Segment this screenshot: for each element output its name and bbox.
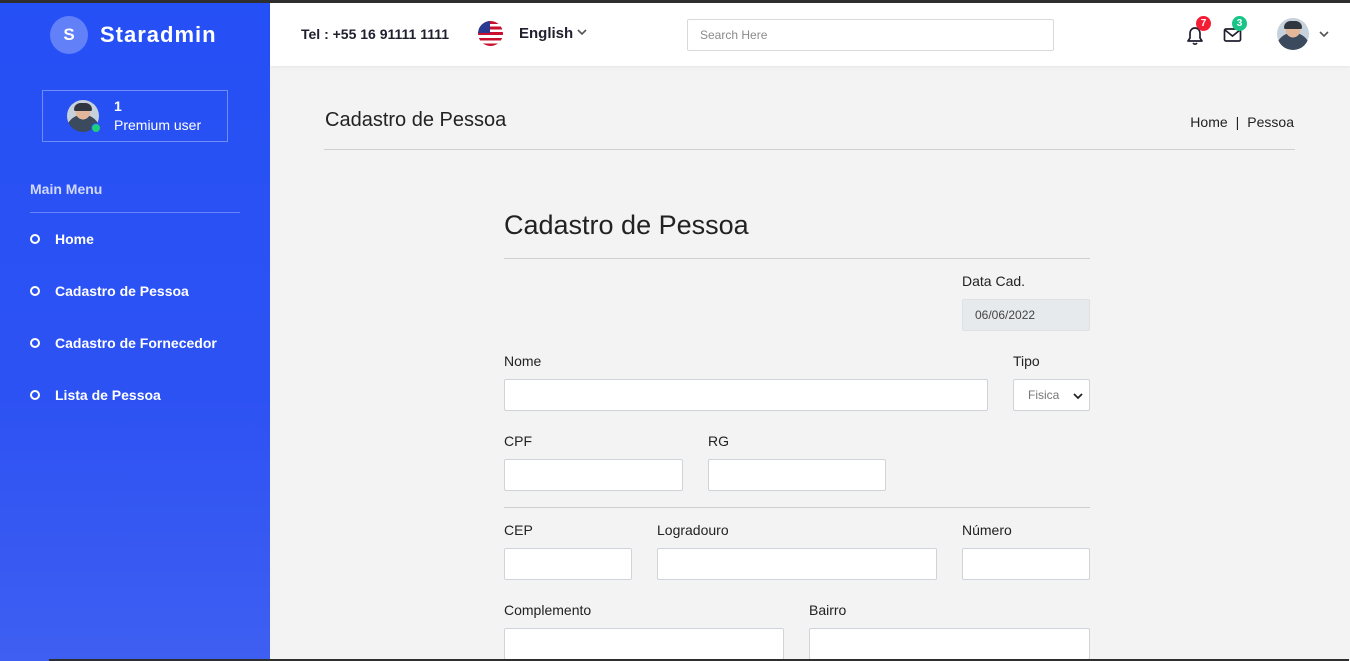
numero-label: Número (962, 522, 1012, 538)
data-cad-label: Data Cad. (962, 273, 1026, 289)
rg-field[interactable] (708, 459, 886, 491)
rg-label: RG (708, 433, 729, 449)
sidebar-item-label: Cadastro de Pessoa (55, 283, 189, 299)
tipo-select[interactable]: Fisica (1013, 379, 1090, 411)
complemento-label: Complemento (504, 602, 592, 618)
sidebar-item-home[interactable]: Home (30, 231, 94, 247)
nome-label: Nome (504, 353, 542, 369)
menu-divider (30, 212, 240, 213)
circle-bullet-icon (30, 390, 40, 400)
breadcrumb-current: Pessoa (1247, 114, 1294, 130)
window-top-border (0, 0, 1350, 3)
circle-bullet-icon (30, 286, 40, 296)
tipo-label: Tipo (1013, 353, 1040, 369)
messages-badge: 3 (1232, 16, 1247, 31)
breadcrumb-separator: | (1235, 114, 1240, 130)
logradouro-label: Logradouro (657, 522, 729, 538)
chevron-down-icon[interactable] (1318, 28, 1330, 40)
user-profile-card[interactable]: 1 Premium user (42, 90, 228, 142)
search-input[interactable] (687, 19, 1054, 51)
tipo-selected-value: Fisica (1028, 388, 1060, 402)
user-avatar (67, 100, 101, 133)
chevron-down-icon[interactable] (576, 26, 588, 38)
user-name: 1 (114, 98, 122, 114)
data-cad-field[interactable] (962, 299, 1090, 331)
online-status-icon (91, 123, 101, 133)
cpf-field[interactable] (504, 459, 683, 491)
sidebar-item-label: Home (55, 231, 94, 247)
bairro-field[interactable] (809, 628, 1090, 660)
breadcrumb-home[interactable]: Home (1190, 114, 1227, 130)
breadcrumb: Home | Pessoa (1190, 114, 1294, 130)
notifications-badge: 7 (1196, 16, 1211, 31)
brand[interactable]: S Staradmin (50, 16, 217, 54)
form-title: Cadastro de Pessoa (504, 210, 749, 240)
sidebar-item-label: Cadastro de Fornecedor (55, 335, 217, 351)
main-menu-title: Main Menu (30, 181, 103, 197)
language-selector[interactable]: English (519, 25, 573, 42)
brand-logo-icon: S (50, 16, 88, 54)
phone-number: Tel : +55 16 91111 1111 (301, 26, 450, 42)
sidebar-item-lista-pessoa[interactable]: Lista de Pessoa (30, 387, 161, 403)
sidebar: S Staradmin 1 Premium user Main Menu Hom… (0, 3, 270, 661)
top-navbar: Tel : +55 16 91111 1111 English 7 3 (270, 3, 1350, 66)
logradouro-field[interactable] (657, 548, 937, 580)
header-user-avatar[interactable] (1277, 18, 1309, 50)
cep-field[interactable] (504, 548, 632, 580)
form-title-divider (504, 258, 1090, 259)
circle-bullet-icon (30, 338, 40, 348)
sidebar-item-cadastro-fornecedor[interactable]: Cadastro de Fornecedor (30, 335, 217, 351)
complemento-field[interactable] (504, 628, 784, 660)
circle-bullet-icon (30, 234, 40, 244)
chevron-down-icon (1073, 393, 1083, 400)
cpf-label: CPF (504, 433, 532, 449)
cep-label: CEP (504, 522, 533, 538)
numero-field[interactable] (962, 548, 1090, 580)
user-role: Premium user (114, 117, 202, 133)
page-header-divider (324, 149, 1295, 150)
page-title: Cadastro de Pessoa (325, 109, 507, 131)
bairro-label: Bairro (809, 602, 847, 618)
sidebar-item-label: Lista de Pessoa (55, 387, 161, 403)
nome-field[interactable] (504, 379, 988, 411)
brand-name: Staradmin (100, 22, 217, 47)
section-divider (504, 507, 1090, 508)
us-flag-icon[interactable] (478, 21, 503, 46)
sidebar-item-cadastro-pessoa[interactable]: Cadastro de Pessoa (30, 283, 189, 299)
